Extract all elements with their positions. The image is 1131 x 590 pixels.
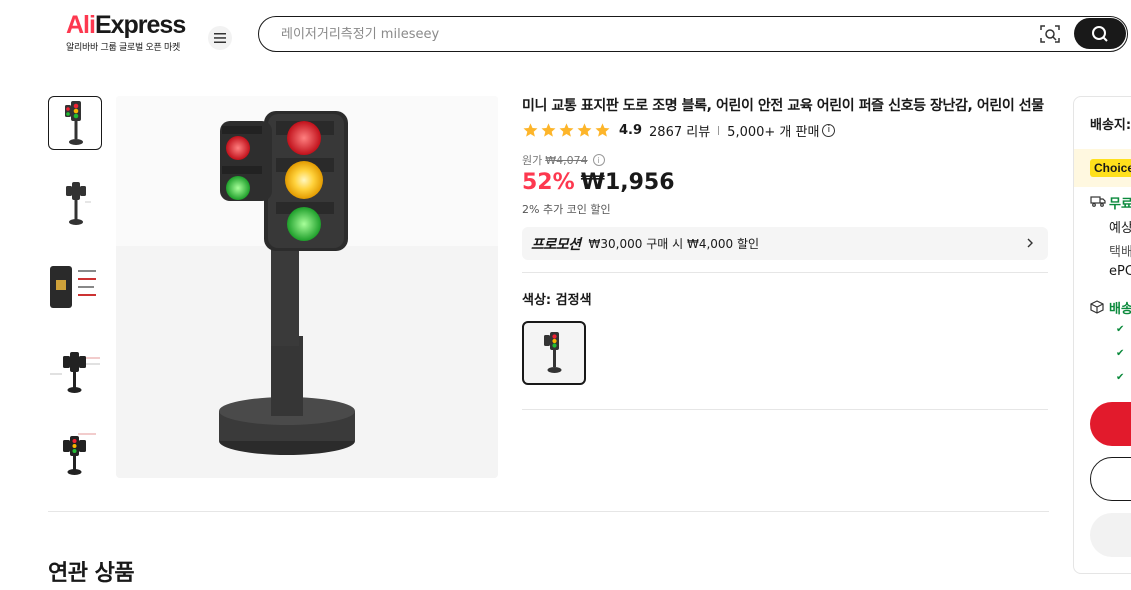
- search-input[interactable]: [281, 23, 1021, 45]
- logo-word-express: Express: [94, 11, 186, 39]
- box-icon: [1090, 300, 1104, 314]
- original-price-row: 원가 ₩4,074 i: [522, 152, 605, 168]
- info-icon[interactable]: i: [822, 123, 836, 137]
- aliexpress-logo[interactable]: AliExpress 알리바바 그룹 글로벌 오픈 마켓: [66, 11, 186, 53]
- discount-percent: 52%: [522, 170, 575, 195]
- star-icon: [523, 123, 538, 137]
- delivery-estimate: 예상: [1109, 221, 1131, 236]
- traffic-light-thumb-image: [63, 433, 96, 475]
- category-menu-button[interactable]: [208, 26, 232, 50]
- section-divider: [522, 272, 1048, 273]
- traffic-light-box-thumb-image: [50, 266, 96, 308]
- section-divider: [48, 511, 1049, 512]
- carrier-text: ePC: [1109, 264, 1131, 279]
- review-count-link[interactable]: 2867 리뷰: [649, 121, 710, 140]
- chevron-right-icon: [1027, 238, 1033, 248]
- search-icon: [1092, 25, 1108, 42]
- check-icon: ✔: [1116, 348, 1125, 359]
- traffic-light-swatch-image: [544, 332, 562, 373]
- promotion-text: ₩30,000 구매 시 ₩4,000 할인: [588, 237, 760, 251]
- promotion-label: 프로모션: [531, 236, 581, 253]
- image-search-button[interactable]: [1039, 23, 1061, 45]
- courier-text: 택배: [1109, 245, 1131, 260]
- main-product-image[interactable]: [116, 96, 498, 478]
- thumbnail-2[interactable]: [48, 176, 102, 230]
- related-products-heading: 연관 상품: [48, 561, 135, 586]
- traffic-light-thumb-image: [65, 101, 83, 145]
- choice-badge: Choice: [1090, 159, 1131, 177]
- sold-count: 5,000+ 개 판매: [727, 124, 820, 140]
- choice-bar: Choice: [1074, 149, 1131, 187]
- original-price: ₩4,074: [545, 153, 588, 167]
- traffic-light-product-image: [116, 96, 498, 478]
- rating-value: 4.9: [619, 122, 643, 138]
- free-shipping-text: 무료: [1109, 197, 1131, 212]
- thumbnail-1[interactable]: [48, 96, 102, 150]
- thumbnail-4[interactable]: [48, 344, 102, 398]
- truck-icon: [1090, 196, 1106, 207]
- rating-stars: [522, 122, 611, 138]
- star-icon: [541, 123, 556, 137]
- delivery-promise-text: 배송: [1109, 302, 1131, 317]
- hamburger-icon: [214, 33, 226, 43]
- info-icon[interactable]: i: [592, 154, 605, 166]
- search-button[interactable]: [1074, 18, 1126, 49]
- check-icon: ✔: [1116, 324, 1125, 335]
- add-to-cart-button[interactable]: [1090, 457, 1131, 501]
- search-bar: [258, 16, 1128, 52]
- traffic-light-thumb-image: [50, 352, 100, 393]
- color-swatch-black[interactable]: [522, 321, 586, 385]
- buy-now-button[interactable]: [1090, 402, 1131, 446]
- promotion-banner[interactable]: 프로모션 ₩30,000 구매 시 ₩4,000 할인: [522, 227, 1048, 260]
- coin-discount: 2% 추가 코인 할인: [522, 203, 611, 216]
- shipping-panel: 배송지: Choice 무료 예상 택배 ePC 배송 ✔ ✔ ✔: [1073, 96, 1131, 574]
- check-icon: ✔: [1116, 372, 1125, 383]
- price-row: 52% ₩1,956: [522, 170, 675, 195]
- traffic-light-thumb-image: [66, 182, 91, 225]
- star-icon: [577, 123, 592, 137]
- product-title: 미니 교통 표지판 도로 조명 블록, 어린이 안전 교육 어린이 퍼즐 신호등…: [522, 98, 1044, 114]
- star-icon: [559, 123, 574, 137]
- logo-tagline: 알리바바 그룹 글로벌 오픈 마켓: [66, 43, 180, 53]
- sale-price: ₩1,956: [580, 170, 675, 195]
- logo-wordmark: AliExpress: [66, 11, 186, 39]
- thumbnail-5[interactable]: [48, 426, 102, 480]
- ship-to-label[interactable]: 배송지:: [1090, 114, 1131, 133]
- thumbnail-3[interactable]: [48, 260, 102, 314]
- wishlist-button[interactable]: [1090, 513, 1131, 557]
- divider: [718, 125, 720, 135]
- star-icon: [595, 123, 610, 137]
- rating-row: 4.9 2867 리뷰 5,000+ 개 판매 i: [522, 121, 836, 140]
- camera-scan-icon: [1040, 25, 1060, 43]
- original-price-label: 원가: [522, 154, 543, 167]
- color-label: 색상: 검정색: [522, 293, 592, 308]
- logo-word-ali: Ali: [66, 11, 96, 39]
- section-divider: [522, 409, 1048, 410]
